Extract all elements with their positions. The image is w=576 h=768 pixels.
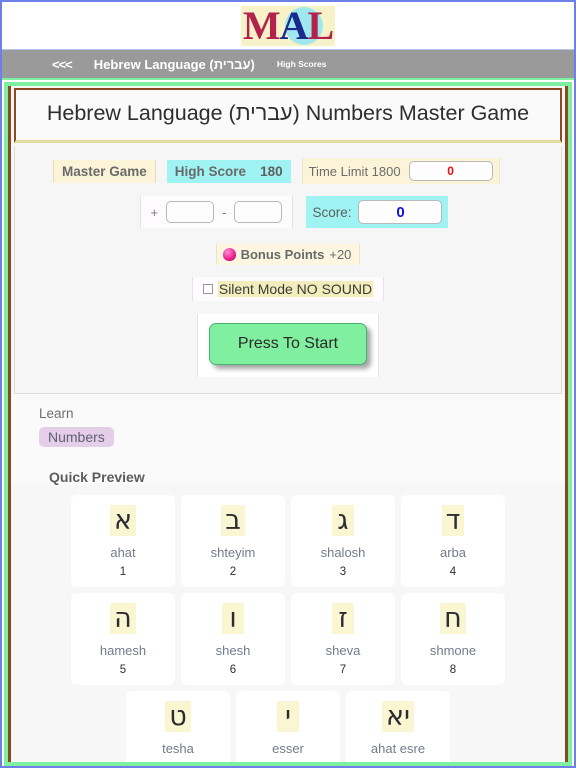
card-romanization: shteyim xyxy=(210,545,256,561)
bonus-points-value: +20 xyxy=(329,247,352,263)
category-pill-numbers[interactable]: Numbers xyxy=(39,427,114,448)
bonus-row: Bonus Points +20 xyxy=(15,228,561,266)
high-score-value: 180 xyxy=(260,163,283,179)
nav-language-title[interactable]: Hebrew Language (עברית) xyxy=(94,57,255,72)
silent-mode-toggle[interactable]: Silent Mode NO SOUND xyxy=(191,277,385,302)
score-label: Score: xyxy=(312,204,352,220)
card-romanization: ahat esre xyxy=(370,741,426,757)
number-card[interactable]: טtesha9 xyxy=(126,691,230,762)
plus-minus-group: + - xyxy=(139,196,294,229)
card-romanization: shalosh xyxy=(320,545,366,561)
card-hebrew-glyph: ח xyxy=(440,603,466,635)
card-hebrew-glyph: ג xyxy=(332,505,354,537)
time-limit-label: Time Limit 1800 xyxy=(308,163,401,179)
plus-icon: + xyxy=(150,204,159,220)
card-number: 4 xyxy=(449,566,457,579)
mal-logo: MAL xyxy=(240,2,336,48)
card-romanization: arba xyxy=(439,545,467,561)
minus-input[interactable] xyxy=(234,201,283,224)
number-card[interactable]: ב shteyim 2 xyxy=(181,495,285,588)
number-card[interactable]: ח shmone 8 xyxy=(401,593,505,686)
minus-icon: - xyxy=(222,204,227,220)
back-button[interactable]: <<< xyxy=(52,57,73,72)
logo-letter-a: A xyxy=(279,2,309,48)
card-hebrew-glyph: ו xyxy=(222,603,244,635)
nav-high-scores-link[interactable]: High Scores xyxy=(277,59,327,69)
number-card[interactable]: ו shesh 6 xyxy=(181,593,285,686)
card-hebrew-glyph: יא xyxy=(381,701,415,733)
card-hebrew-glyph: ז xyxy=(332,603,354,635)
app-window: MAL <<< Hebrew Language (עברית) High Sco… xyxy=(0,0,576,768)
card-romanization: ahat xyxy=(110,545,136,561)
card-number: 3 xyxy=(339,566,347,579)
app-shell: Hebrew Language (עברית) Numbers Master G… xyxy=(4,82,572,766)
checkbox-icon[interactable] xyxy=(202,284,213,295)
logo-letter-l: L xyxy=(307,2,334,48)
number-card[interactable]: ז sheva 7 xyxy=(291,593,395,686)
app-shell-inner: Hebrew Language (עברית) Numbers Master G… xyxy=(8,86,568,762)
start-row: Press To Start xyxy=(15,301,561,378)
card-hebrew-glyph: א xyxy=(109,505,137,537)
high-score-label: High Score xyxy=(174,163,247,179)
number-cards-grid: א ahat 1 ב shteyim 2 ג shalosh 3 ד arba 4 ה hamesh 5 ו s… xyxy=(31,495,545,762)
card-hebrew-glyph: ט xyxy=(165,701,191,733)
time-limit-group: Time Limit 1800 xyxy=(301,158,500,185)
score-field[interactable] xyxy=(358,200,443,225)
quick-preview-heading: Quick Preview xyxy=(49,469,145,486)
number-card[interactable]: יesser10 xyxy=(236,691,340,762)
status-row: Master Game High Score 180 Time Limit 180… xyxy=(15,158,561,185)
mode-badge: Master Game xyxy=(53,159,156,183)
card-romanization: sheva xyxy=(325,643,361,659)
card-number: 5 xyxy=(119,664,127,677)
number-card[interactable]: א ahat 1 xyxy=(71,495,175,588)
card-number: 1 xyxy=(119,566,127,579)
number-card[interactable]: ד arba 4 xyxy=(401,495,505,588)
card-romanization: shesh xyxy=(215,643,251,659)
card-hebrew-glyph: י xyxy=(277,701,299,733)
card-hebrew-glyph: ב xyxy=(221,505,245,537)
title-card: Hebrew Language (עברית) Numbers Master G… xyxy=(14,88,562,144)
number-card[interactable]: יאahat esre11 xyxy=(346,691,450,762)
bonus-points-badge: Bonus Points +20 xyxy=(215,244,361,266)
logo-band: MAL xyxy=(2,2,574,50)
card-hebrew-glyph: ד xyxy=(441,505,465,537)
high-score-badge: High Score 180 xyxy=(166,159,291,183)
silent-mode-row: Silent Mode NO SOUND xyxy=(15,265,561,302)
score-group: Score: xyxy=(306,196,449,229)
number-card[interactable]: ג shalosh 3 xyxy=(291,495,395,588)
number-card[interactable]: ה hamesh 5 xyxy=(71,593,175,686)
silent-mode-label: Silent Mode NO SOUND xyxy=(217,281,374,298)
start-button-wrapper: Press To Start xyxy=(197,314,379,378)
card-romanization: hamesh xyxy=(99,643,147,659)
logo-letter-m: M xyxy=(242,2,281,48)
press-to-start-button[interactable]: Press To Start xyxy=(209,323,367,366)
page-title: Hebrew Language (עברית) Numbers Master G… xyxy=(46,101,530,125)
card-number: 6 xyxy=(229,664,237,677)
card-romanization: tesha xyxy=(162,741,194,757)
learn-label: Learn xyxy=(39,406,74,422)
navbar: <<< Hebrew Language (עברית) High Scores xyxy=(2,50,574,80)
card-hebrew-glyph: ה xyxy=(110,603,136,635)
game-controls-panel: Master Game High Score 180 Time Limit 180… xyxy=(14,146,562,395)
plus-input[interactable] xyxy=(166,201,215,224)
gem-icon xyxy=(222,248,236,262)
time-remaining-field[interactable] xyxy=(408,161,493,182)
answer-row: + - Score: xyxy=(15,196,561,229)
card-number: 2 xyxy=(229,566,237,579)
bonus-points-label: Bonus Points xyxy=(240,247,325,263)
card-number: 7 xyxy=(339,664,347,677)
card-romanization: esser xyxy=(272,741,304,757)
card-number: 8 xyxy=(449,664,457,677)
card-romanization: shmone xyxy=(429,643,477,659)
learn-section: Learn Numbers Quick Preview xyxy=(11,394,565,486)
